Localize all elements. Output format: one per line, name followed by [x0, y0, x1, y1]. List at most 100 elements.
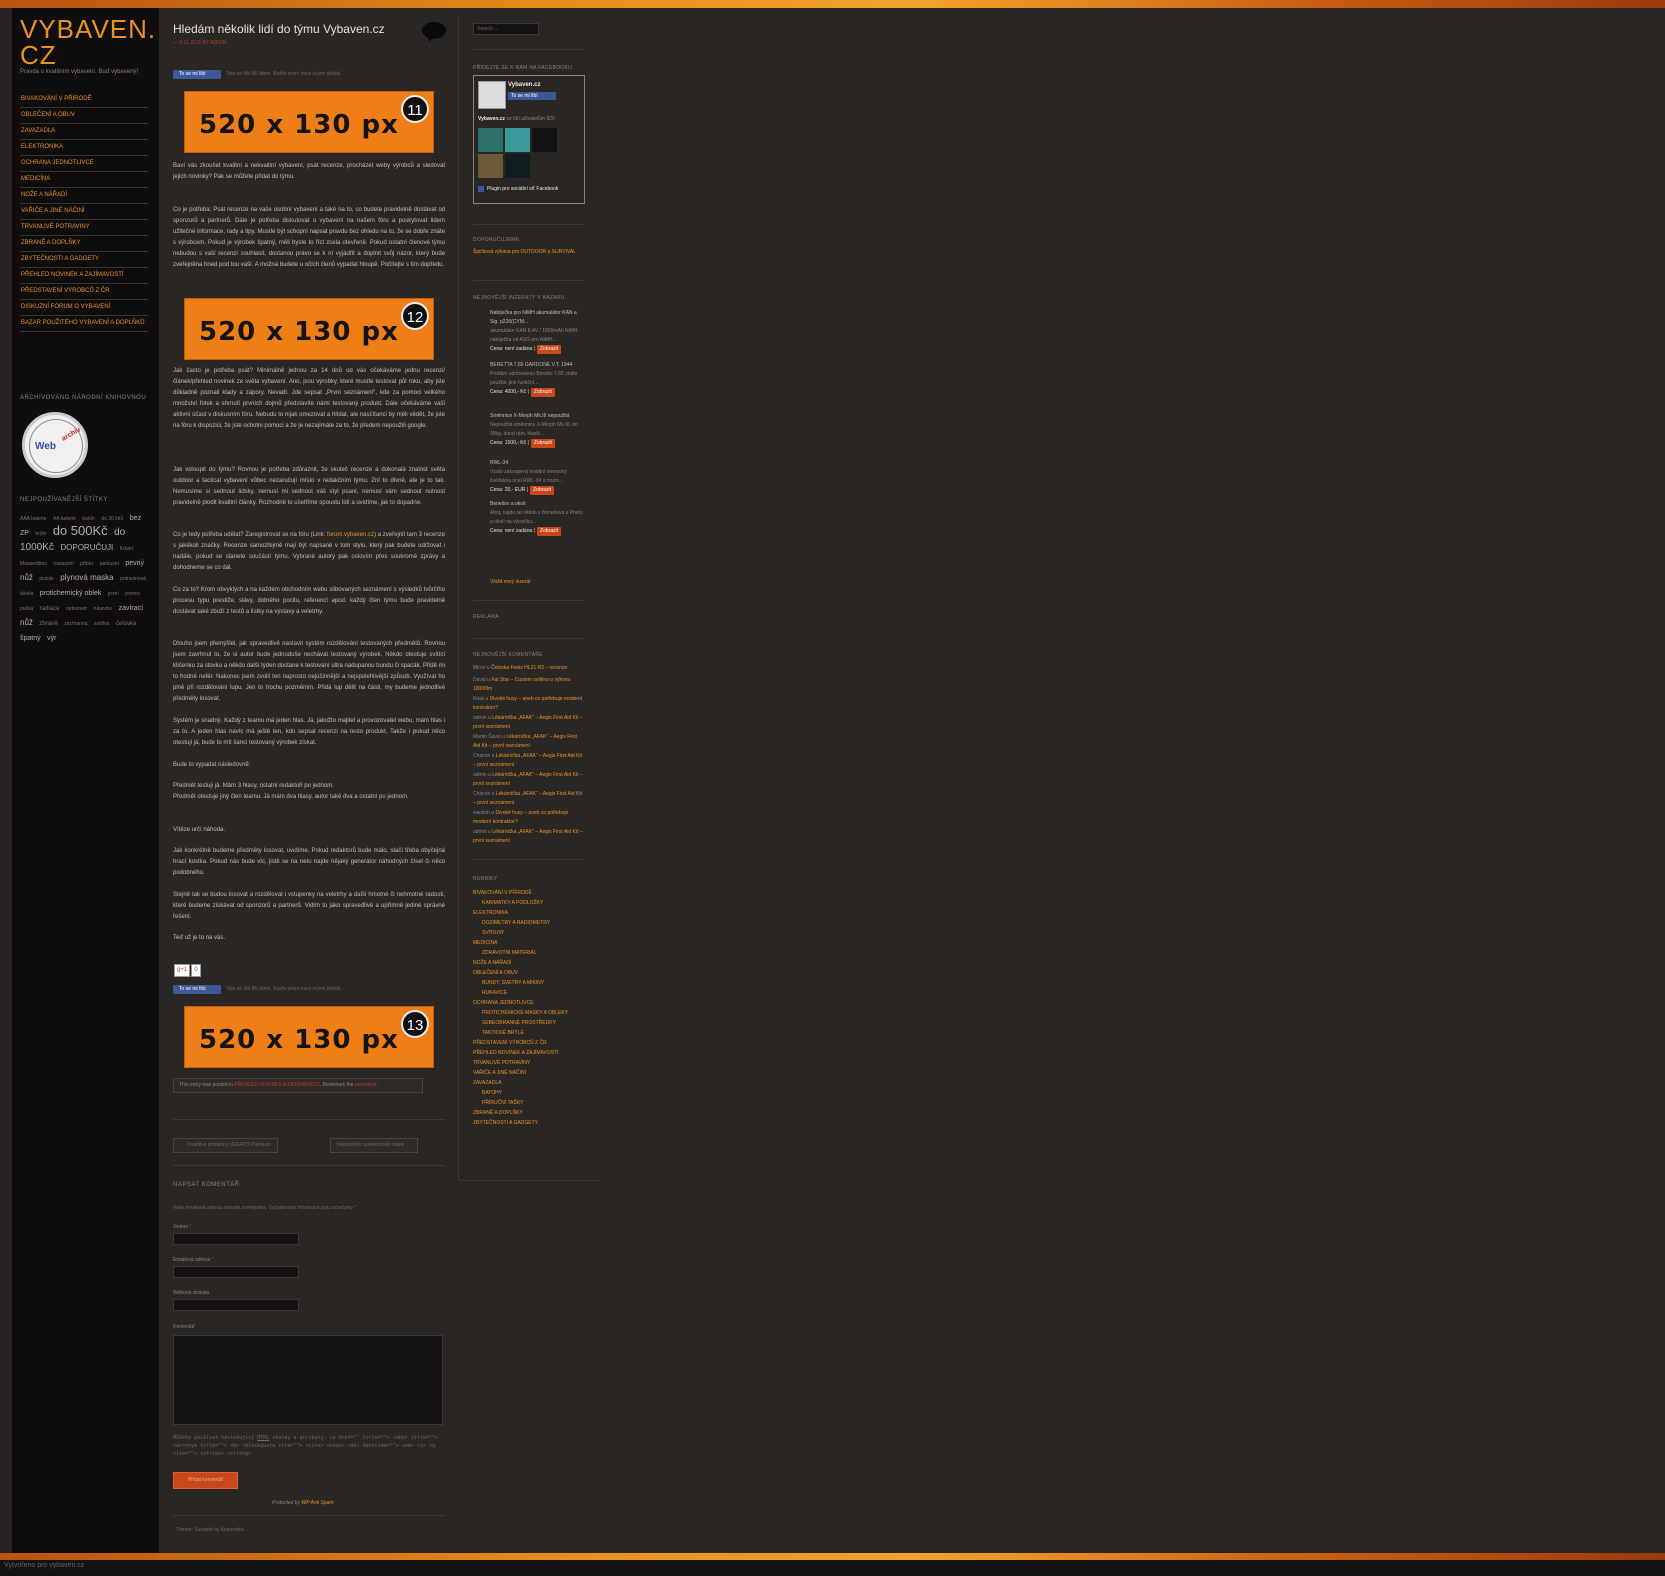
- nav-item[interactable]: OBLEČENÍ A OBUV: [20, 108, 148, 124]
- name-input[interactable]: [173, 1233, 299, 1245]
- category-link[interactable]: VAŘIČE A JINÉ NÁČINÍ: [473, 1068, 591, 1078]
- tag-link[interactable]: radiace: [40, 606, 60, 612]
- tag-link[interactable]: nůž: [20, 573, 33, 582]
- tag-link[interactable]: zavírací: [119, 605, 144, 612]
- bazar-listing[interactable]: Benešov a okolí Ahoj, najdu se někdo z Be…: [490, 500, 586, 536]
- nav-item[interactable]: PŘEHLED NOVINEK A ZAJÍMAVOSTÍ: [20, 268, 148, 284]
- tag-link[interactable]: DOPORUČUJI: [60, 543, 113, 552]
- show-listing-button[interactable]: Zobrazit: [536, 527, 562, 536]
- tag-link[interactable]: Maxpedition: [20, 561, 47, 567]
- nav-item[interactable]: BIVAKOVÁNÍ V PŘÍRODĚ: [20, 92, 148, 108]
- category-link[interactable]: PŘEHLED NOVINEK A ZAJÍMAVOSTÍ: [473, 1048, 591, 1058]
- show-listing-button[interactable]: Zobrazit: [536, 345, 562, 354]
- fb-page-like-button[interactable]: To se mi líbí: [508, 92, 556, 100]
- tag-link[interactable]: fixbert: [120, 546, 134, 552]
- category-link[interactable]: ZBYTEČNOSTI A GADGETY: [473, 1118, 591, 1128]
- category-link[interactable]: ELEKTRONIKA: [473, 908, 591, 918]
- fan-avatar[interactable]: [478, 154, 503, 178]
- anti-spam-link[interactable]: WP Anti Spam: [301, 1500, 333, 1506]
- bazar-listing[interactable]: Nabíječka pro NiMH akumulátor KAN a Sig.…: [490, 309, 586, 354]
- webarchiv-seal[interactable]: Web archiv: [22, 412, 88, 478]
- tag-link[interactable]: do 30 litrů: [101, 516, 123, 522]
- site-title-line1[interactable]: VYBAVEN.: [20, 16, 156, 42]
- email-input[interactable]: [173, 1266, 299, 1278]
- ad-banner-13[interactable]: 520 x 130 px 13: [184, 1006, 434, 1068]
- show-listing-button[interactable]: Zobrazit: [530, 388, 555, 397]
- category-link[interactable]: PROTICHEMICKÉ MASKY A OBLEKY: [473, 1008, 591, 1018]
- tag-link[interactable]: špatný: [20, 635, 41, 642]
- category-link[interactable]: MEDICÍNA: [473, 938, 591, 948]
- fan-avatar[interactable]: [478, 128, 503, 152]
- nav-item[interactable]: NOŽE A NÁŘADÍ: [20, 188, 148, 204]
- entry-category-link[interactable]: PŘEHLED NOVINEK A ZAJÍMAVOSTÍ: [234, 1082, 319, 1088]
- show-listing-button[interactable]: Zobrazit: [530, 439, 555, 448]
- search-input[interactable]: Search ...: [473, 23, 539, 35]
- category-link[interactable]: NOŽE A NÁŘADÍ: [473, 958, 591, 968]
- ad-banner-11[interactable]: 520 x 130 px 11: [184, 91, 434, 153]
- category-link[interactable]: SVÍTILNY: [473, 928, 591, 938]
- listing-title[interactable]: RWL-34: [490, 459, 586, 468]
- website-input[interactable]: [173, 1299, 299, 1311]
- tag-link[interactable]: zbraně: [39, 621, 57, 627]
- vybaven-logo[interactable]: [478, 81, 506, 109]
- tag-link[interactable]: AAA baterie: [20, 516, 46, 522]
- tag-link[interactable]: nasazení: [53, 561, 73, 567]
- site-title[interactable]: VYBAVEN. CZ: [20, 16, 156, 68]
- tag-link[interactable]: výr: [47, 635, 56, 642]
- nav-item[interactable]: VAŘIČE A JINÉ NÁČINÍ: [20, 204, 148, 220]
- nav-item[interactable]: OCHRANA JEDNOTLIVCE: [20, 156, 148, 172]
- category-link[interactable]: RUKAVICE: [473, 988, 591, 998]
- fb-like-button-bottom[interactable]: To se mi líbí: [173, 985, 221, 994]
- nav-item[interactable]: BAZAR POUŽITÉHO VYBAVENÍ A DOPLŇKŮ: [20, 316, 148, 332]
- nav-item[interactable]: MEDICÍNA: [20, 172, 148, 188]
- tag-link[interactable]: svítilna: [94, 621, 110, 627]
- show-listing-button[interactable]: Zobrazit: [529, 486, 555, 495]
- tag-link[interactable]: pevný: [125, 560, 144, 567]
- bazar-listing[interactable]: RWL-34 Vzato zakoupený kvalitní nerezový …: [490, 459, 586, 495]
- tag-link[interactable]: ZP: [20, 530, 29, 537]
- submit-comment-button[interactable]: Přidat komentář: [173, 1472, 238, 1489]
- category-link[interactable]: ZAVAZADLA: [473, 1078, 591, 1088]
- nav-item[interactable]: ZBRANĚ A DOPLŇKY: [20, 236, 148, 252]
- comment-bubble-icon[interactable]: [422, 22, 446, 39]
- tag-link[interactable]: puška: [20, 606, 33, 612]
- permalink-link[interactable]: permalink: [355, 1082, 377, 1088]
- tag-link[interactable]: do 500Kč: [53, 523, 108, 538]
- tag-link[interactable]: brýle: [35, 531, 46, 537]
- category-link[interactable]: OCHRANA JEDNOTLIVCE: [473, 998, 591, 1008]
- category-link[interactable]: BATOHY: [473, 1088, 591, 1098]
- category-link[interactable]: ZBRANĚ A DOPLŇKY: [473, 1108, 591, 1118]
- category-link[interactable]: DOZIMETRY A RADIOMETRY: [473, 918, 591, 928]
- category-link[interactable]: ZDRAVOTNÍ MATERIÁL: [473, 948, 591, 958]
- new-listing-link[interactable]: Vložit nový inzerát: [490, 579, 531, 585]
- category-link[interactable]: TAKTICKÉ BRÝLE: [473, 1028, 591, 1038]
- post-title[interactable]: Hledám několik lidí do týmu Vybaven.cz: [173, 22, 385, 36]
- category-link[interactable]: BIVAKOVÁNÍ V PŘÍRODĚ: [473, 888, 591, 898]
- comment-post-link[interactable]: Divoké husy – aneb co potřebuje moderní …: [473, 696, 582, 711]
- tag-link[interactable]: protichemický oblek: [40, 590, 101, 597]
- nav-item[interactable]: PŘEDSTAVENÍ VÝROBCŮ Z ČR: [20, 284, 148, 300]
- listing-title[interactable]: Směnnice X-Morph Mk.III nepoužitá: [490, 412, 586, 421]
- tag-link[interactable]: nůž: [20, 618, 33, 627]
- tag-link[interactable]: příbor: [80, 561, 93, 567]
- tag-link[interactable]: rukavice: [94, 606, 113, 612]
- fb-like-button[interactable]: To se mi líbí: [173, 70, 221, 79]
- prev-post-link[interactable]: ← Trvanlivé potraviny LEGACY Premium: [173, 1138, 279, 1153]
- recommend-link[interactable]: Špičková výbava pro OUTDOOR a SURVIVAL: [473, 248, 585, 257]
- bazar-listing[interactable]: BERETTA 7,65 GARDONE V.T. 1944 Prodám udr…: [490, 361, 586, 397]
- tag-link[interactable]: pomoc: [125, 591, 140, 597]
- next-post-link[interactable]: Nejnutnější společenský oblek →: [330, 1138, 418, 1153]
- tag-link[interactable]: první: [108, 591, 119, 597]
- ad-banner-12[interactable]: 520 x 130 px 12: [184, 298, 434, 360]
- tag-link[interactable]: bez: [130, 515, 141, 522]
- category-link[interactable]: SEBEOBRANNÉ PROSTŘEDKY: [473, 1018, 591, 1028]
- bazar-listing[interactable]: Směnnice X-Morph Mk.III nepoužitá Nepouži…: [490, 412, 586, 448]
- nav-item[interactable]: ZBYTEČNOSTI A GADGETY: [20, 252, 148, 268]
- fb-page-name[interactable]: Vybaven.cz: [508, 82, 540, 88]
- tag-link[interactable]: záchranná: [64, 621, 87, 627]
- fan-avatar[interactable]: [505, 128, 530, 152]
- category-link[interactable]: BUNDY, SVETRY A MIKINY: [473, 978, 591, 988]
- tag-link[interactable]: perkusní: [100, 561, 119, 567]
- tag-link[interactable]: plynová maska: [60, 573, 113, 582]
- listing-title[interactable]: Benešov a okolí: [490, 500, 586, 509]
